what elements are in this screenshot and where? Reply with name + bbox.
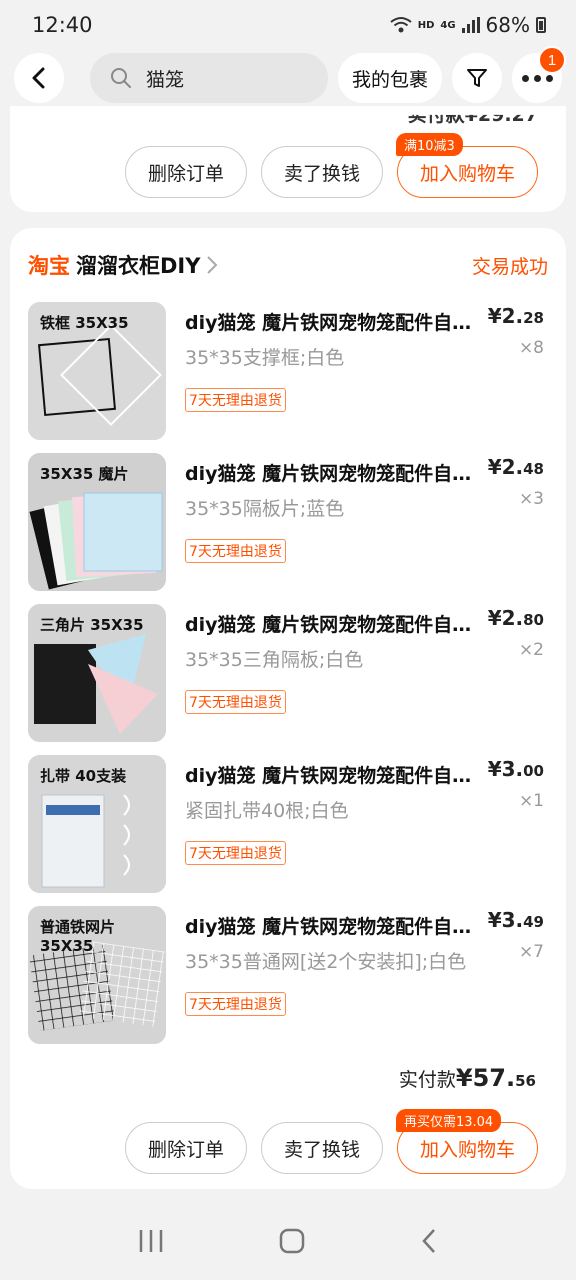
thumbnail-label: 扎带 40支装 [40,767,127,785]
delete-order-button[interactable]: 删除订单 [124,146,247,198]
product-thumbnail[interactable]: 35X35 魔片 [28,453,166,591]
item-price: ¥3.49 [487,908,544,932]
item-title: diy猫笼 魔片铁网宠物笼配件自… [185,916,472,938]
product-thumbnail[interactable]: 三角片 35X35 [28,604,166,742]
top-bar: 猫笼 我的包裹 1 [0,46,576,106]
system-nav-bar [0,1202,576,1280]
order-actions: 删除订单 卖了换钱 再买仅需13.04 加入购物车 [124,1109,538,1174]
battery-percent: 68% [485,13,530,37]
product-thumbnail[interactable]: 铁框 35X35 [28,302,166,440]
item-spec: 35*35普通网[送2个安装扣];白色 [185,951,467,973]
item-title: diy猫笼 魔片铁网宠物笼配件自… [185,463,472,485]
signal-icon [461,17,480,33]
filter-icon [467,69,487,87]
item-price: ¥2.28 [487,304,544,328]
shop-link[interactable]: 淘宝 溜溜衣柜DIY [28,250,218,280]
more-icon [521,74,553,82]
return-policy-tag: 7天无理由退货 [185,539,286,563]
resell-button[interactable]: 卖了换钱 [260,146,383,198]
item-quantity: ×2 [518,640,544,660]
add-to-cart-label: 加入购物车 [419,1138,515,1161]
thumbnail-label: 35X35 魔片 [40,465,129,483]
battery-icon [536,17,546,33]
item-title: diy猫笼 魔片铁网宠物笼配件自… [185,765,472,787]
chevron-right-icon [207,256,218,274]
order-item[interactable]: 扎带 40支装 diy猫笼 魔片铁网宠物笼配件自… 紧固扎带40根;白色 7天无… [28,755,548,895]
item-title: diy猫笼 魔片铁网宠物笼配件自… [185,614,472,636]
promo-tag: 满10减3 [395,133,463,156]
shop-header: 淘宝 溜溜衣柜DIY 交易成功 [28,250,548,280]
taobao-logo: 淘宝 [28,254,70,278]
wifi-icon [390,17,412,33]
order-status: 交易成功 [471,255,548,278]
network-label: 4G [440,19,456,31]
order-item[interactable]: 35X35 魔片 diy猫笼 魔片铁网宠物笼配件自… 35*35隔板片;蓝色 7… [28,453,548,593]
return-policy-tag: 7天无理由退货 [185,992,286,1016]
search-icon [111,68,131,88]
my-packages-button[interactable]: 我的包裹 [337,53,442,103]
order-item[interactable]: 普通铁网片 35X35 diy猫笼 魔片铁网宠物笼配件自… 35*35普通网[送… [28,906,548,1046]
previous-order-actions: 删除订单 卖了换钱 满10减3 加入购物车 [124,133,538,198]
promo-tag: 再买仅需13.04 [395,1109,502,1132]
back-arrow-icon [32,67,45,89]
item-spec: 35*35隔板片;蓝色 [185,498,345,520]
item-quantity: ×7 [518,942,544,962]
resell-button[interactable]: 卖了换钱 [260,1122,383,1174]
order-total: 实付款¥57.56 [399,1064,536,1092]
status-icons: HD 4G 68% [390,13,546,37]
hd-label: HD [417,19,435,31]
more-button[interactable]: 1 [512,46,566,103]
item-spec: 35*35支撑框;白色 [185,347,345,369]
delete-order-button[interactable]: 删除订单 [124,1122,247,1174]
nav-back-icon[interactable] [419,1227,439,1255]
nav-recents-icon[interactable] [137,1228,165,1254]
shop-name: 溜溜衣柜DIY [76,254,201,278]
item-quantity: ×1 [518,791,544,811]
item-spec: 紧固扎带40根;白色 [185,800,349,822]
back-button[interactable] [14,53,64,103]
return-policy-tag: 7天无理由退货 [185,388,286,412]
thumbnail-label: 普通铁网片 35X35 [40,918,116,955]
order-card: 淘宝 溜溜衣柜DIY 交易成功 铁框 35X35 diy猫笼 魔片铁网宠物笼配件… [10,228,566,1189]
search-query: 猫笼 [146,68,185,91]
order-item[interactable]: 铁框 35X35 diy猫笼 魔片铁网宠物笼配件自… 35*35支撑框;白色 7… [28,302,548,442]
product-thumbnail[interactable]: 普通铁网片 35X35 [28,906,166,1044]
add-to-cart-label: 加入购物车 [419,162,515,185]
thumbnail-label: 三角片 35X35 [40,616,144,634]
filter-button[interactable] [452,53,502,103]
item-spec: 35*35三角隔板;白色 [185,649,364,671]
item-quantity: ×3 [518,489,544,509]
item-price: ¥2.80 [487,606,544,630]
item-title: diy猫笼 魔片铁网宠物笼配件自… [185,312,472,334]
total-amount-decimal: 56 [515,1072,536,1090]
status-bar: 12:40 HD 4G 68% [0,0,576,50]
item-price: ¥2.48 [487,455,544,479]
add-to-cart-button[interactable]: 再买仅需13.04 加入购物车 [395,1109,538,1174]
item-price: ¥3.00 [487,757,544,781]
product-thumbnail[interactable]: 扎带 40支装 [28,755,166,893]
status-time: 12:40 [32,13,93,37]
previous-order-card: 实付款¥29.27 删除订单 卖了换钱 满10减3 加入购物车 [10,106,566,212]
order-item[interactable]: 三角片 35X35 diy猫笼 魔片铁网宠物笼配件自… 35*35三角隔板;白色… [28,604,548,744]
notification-badge: 1 [538,46,566,74]
return-policy-tag: 7天无理由退货 [185,690,286,714]
total-amount: ¥57. [455,1064,516,1092]
return-policy-tag: 7天无理由退货 [185,841,286,865]
thumbnail-label: 铁框 35X35 [40,314,129,332]
add-to-cart-button[interactable]: 满10减3 加入购物车 [395,133,538,198]
nav-home-icon[interactable] [278,1227,306,1255]
total-label: 实付款 [398,1069,456,1091]
item-quantity: ×8 [518,338,544,358]
search-input[interactable]: 猫笼 [90,53,328,103]
